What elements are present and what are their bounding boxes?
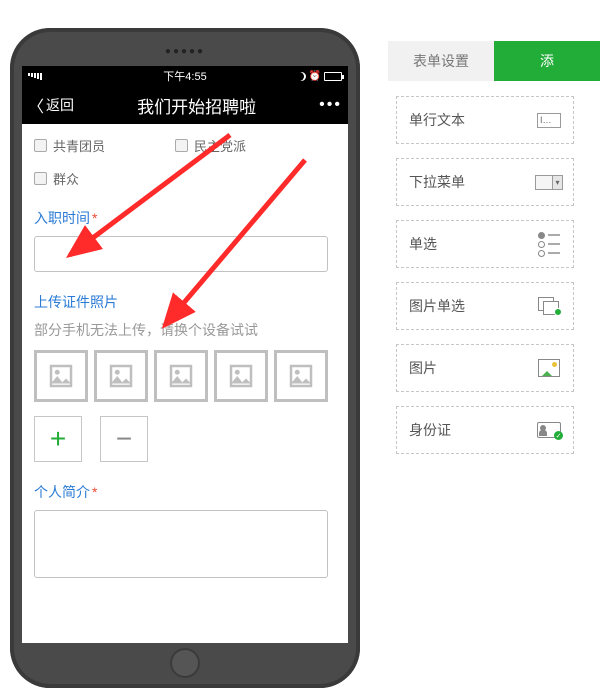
bio-textarea[interactable] — [34, 510, 328, 578]
dnd-icon — [297, 72, 306, 81]
widget-label: 图片单选 — [409, 296, 465, 316]
widget-image-radio[interactable]: 图片单选 — [396, 282, 574, 330]
radio-icon — [537, 235, 561, 253]
status-time: 下午4:55 — [163, 68, 206, 84]
widget-palette: 单行文本 I… 下拉菜单 ▾ 单选 图片单选 图片 身份证 ✓ — [396, 96, 574, 454]
speaker-dots: ●●●●● — [165, 46, 205, 57]
upload-slot[interactable] — [274, 350, 328, 402]
add-upload-button[interactable]: + — [34, 416, 82, 462]
battery-icon — [324, 72, 342, 81]
more-button[interactable]: ••• — [319, 96, 342, 114]
dropdown-icon: ▾ — [537, 173, 561, 191]
idcard-icon: ✓ — [537, 421, 561, 439]
widget-label: 单选 — [409, 234, 437, 254]
home-button[interactable] — [170, 648, 200, 678]
widget-label: 身份证 — [409, 420, 451, 440]
back-button[interactable]: 〈 返回 — [28, 93, 74, 117]
field-label-bio: 个人简介* — [34, 482, 336, 502]
upload-slot[interactable] — [34, 350, 88, 402]
chevron-left-icon: 〈 — [28, 93, 44, 117]
tab-add-widget[interactable]: 添 — [494, 41, 600, 81]
upload-slot[interactable] — [154, 350, 208, 402]
status-bar: 下午4:55 ⏰ — [22, 66, 348, 86]
widget-radio[interactable]: 单选 — [396, 220, 574, 268]
text-input-icon: I… — [537, 111, 561, 129]
widget-id-card[interactable]: 身份证 ✓ — [396, 406, 574, 454]
image-radio-icon — [537, 297, 561, 315]
upload-slot[interactable] — [214, 350, 268, 402]
widget-label: 图片 — [409, 358, 437, 378]
widget-label: 单行文本 — [409, 110, 465, 130]
annotation-arrow — [130, 150, 330, 350]
signal-icon — [28, 73, 42, 80]
tab-form-settings[interactable]: 表单设置 — [388, 41, 494, 81]
widget-label: 下拉菜单 — [409, 172, 465, 192]
image-icon — [537, 359, 561, 377]
remove-upload-button[interactable]: − — [100, 416, 148, 462]
widget-image[interactable]: 图片 — [396, 344, 574, 392]
upload-slot[interactable] — [94, 350, 148, 402]
alarm-icon: ⏰ — [309, 71, 321, 82]
page-title: 我们开始招聘啦 — [137, 93, 256, 118]
back-label: 返回 — [46, 95, 74, 115]
nav-bar: 〈 返回 我们开始招聘啦 ••• — [22, 86, 348, 124]
widget-dropdown[interactable]: 下拉菜单 ▾ — [396, 158, 574, 206]
widget-single-line-text[interactable]: 单行文本 I… — [396, 96, 574, 144]
